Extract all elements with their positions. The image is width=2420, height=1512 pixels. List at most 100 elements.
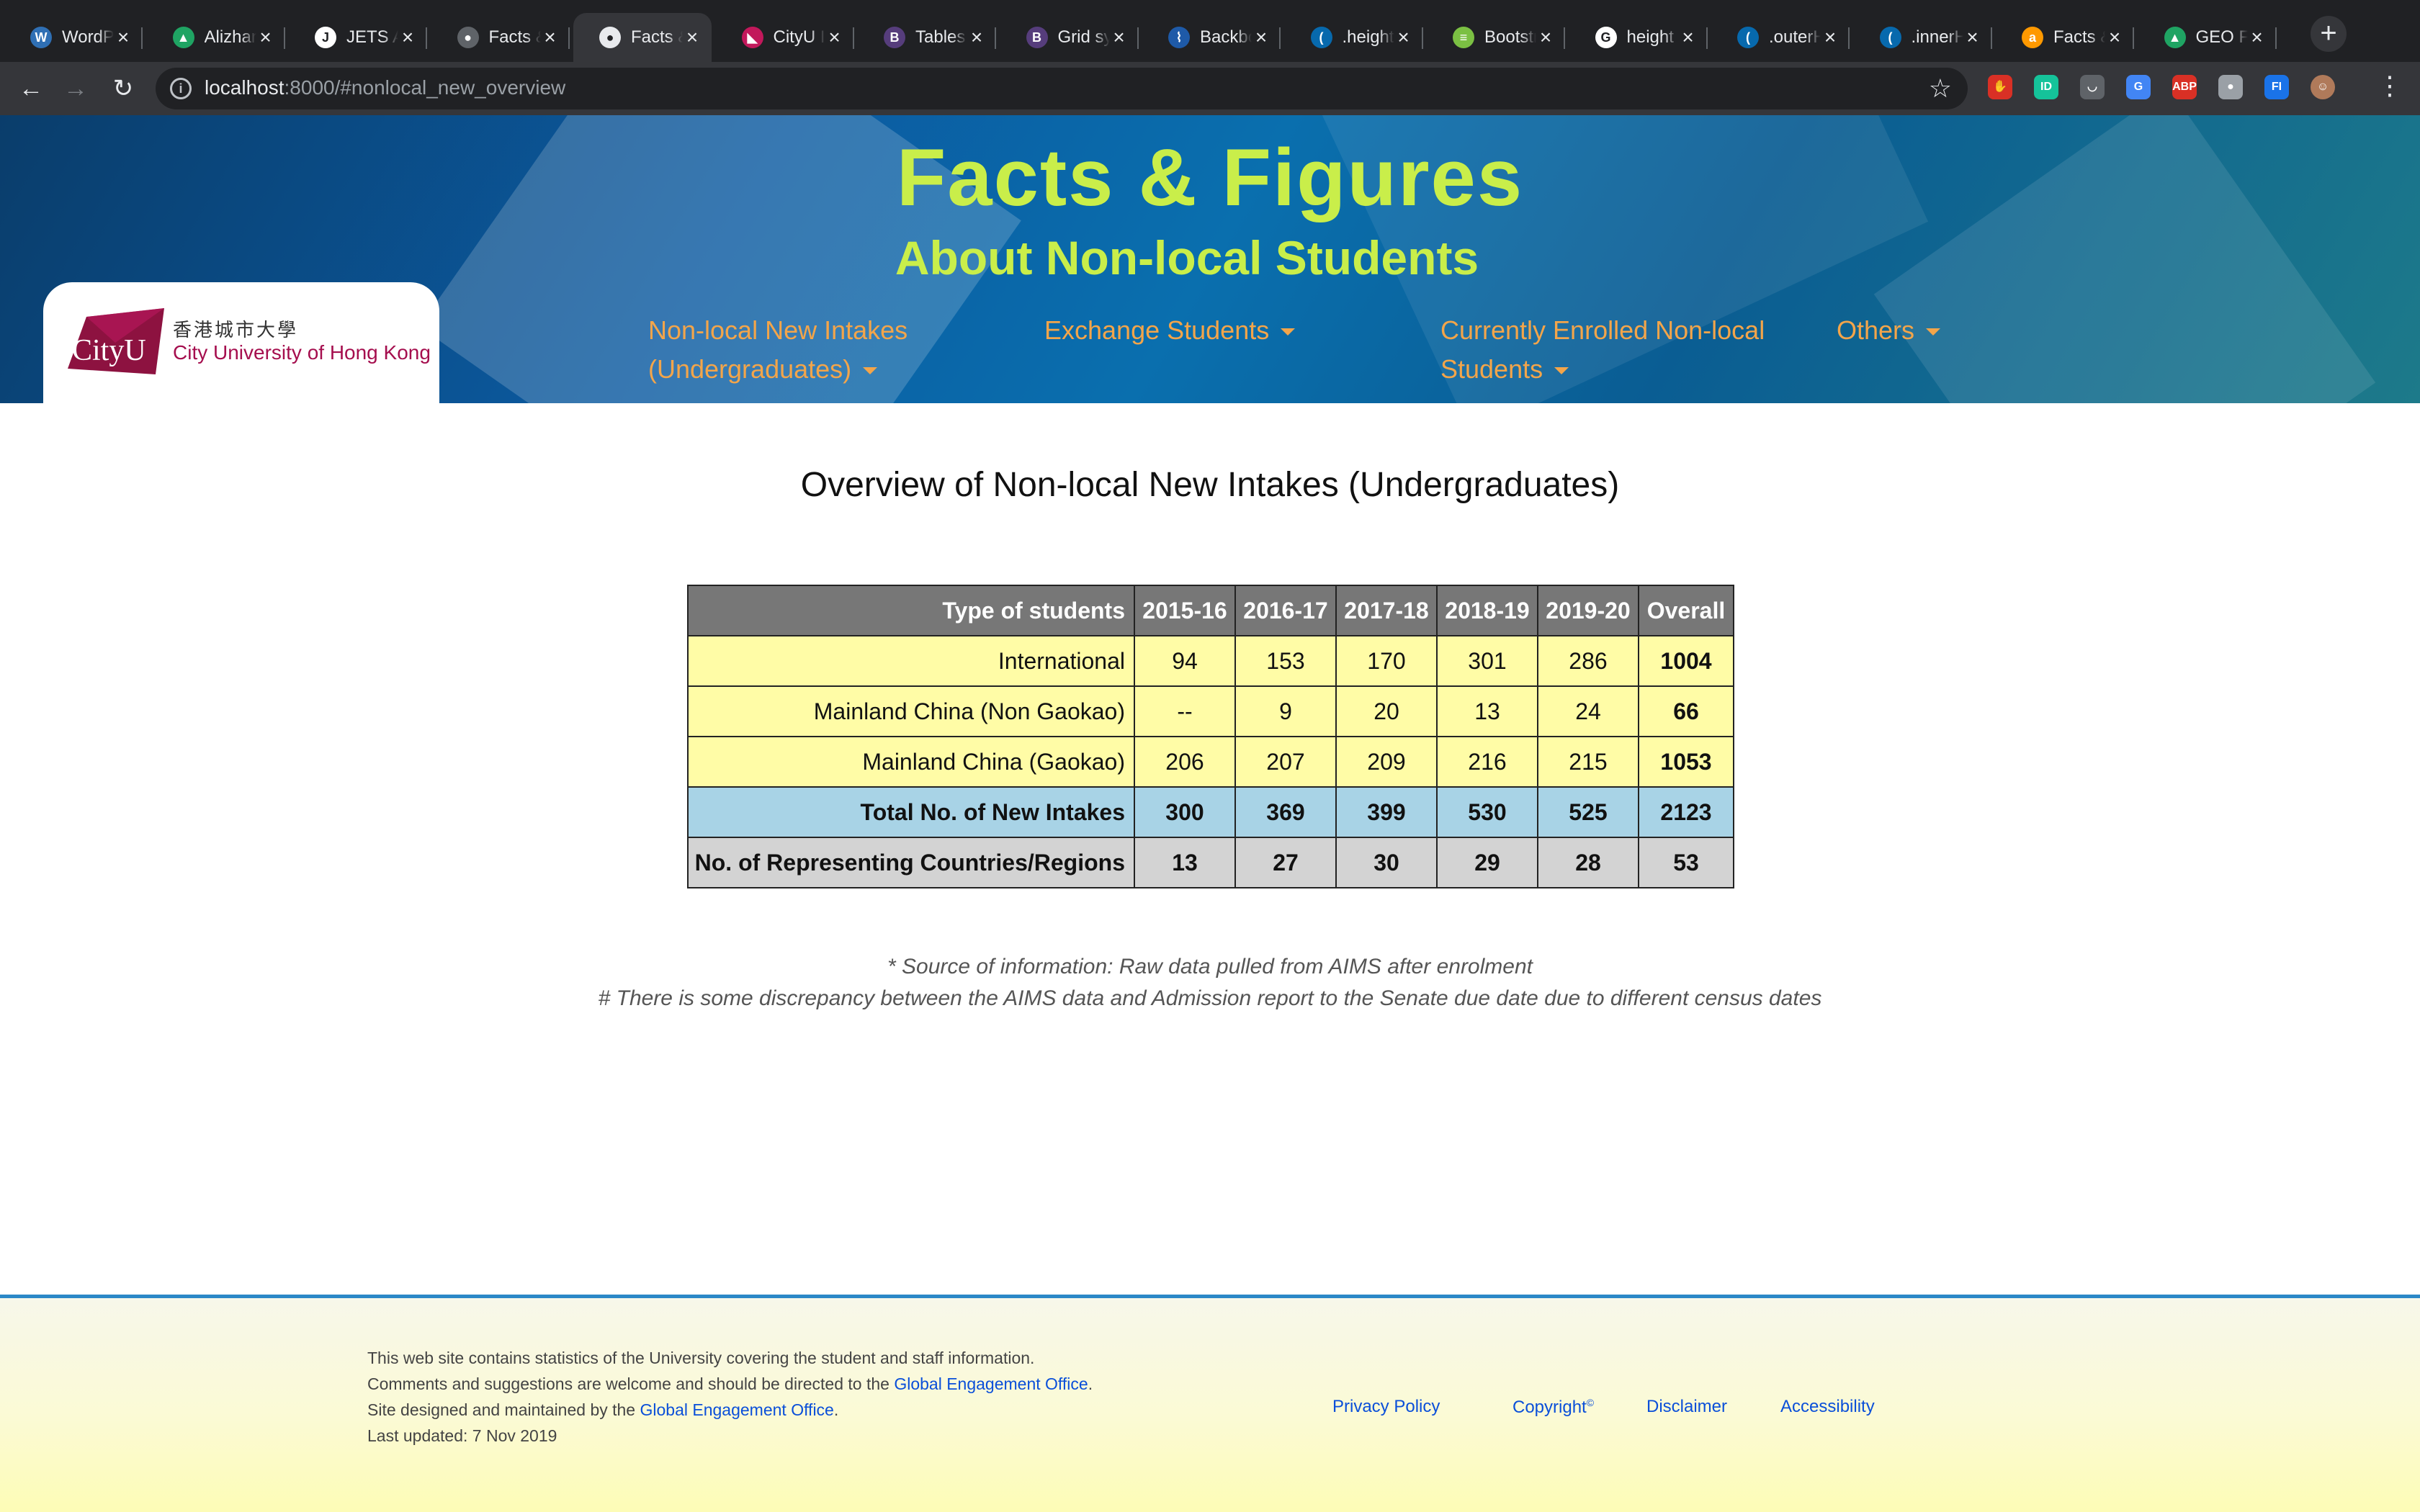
table-cell: 300 — [1134, 786, 1236, 838]
tab-close-icon[interactable]: × — [256, 27, 275, 48]
forward-button[interactable]: → — [59, 72, 92, 105]
fi-extension-icon[interactable]: FI — [2264, 75, 2289, 99]
row-label: Mainland China (Gaokao) — [687, 736, 1135, 788]
nav-label-line2: (Undergraduates) — [648, 354, 852, 384]
caret-down-icon — [1554, 367, 1569, 375]
site-info-icon[interactable]: i — [170, 78, 192, 99]
browser-tab[interactable]: J JETS A × — [289, 13, 427, 62]
accessibility-link[interactable]: Accessibility — [1780, 1397, 1875, 1417]
tab-close-icon[interactable]: × — [1963, 27, 1982, 48]
footer-period: . — [1088, 1374, 1093, 1393]
tab-close-icon[interactable]: × — [541, 27, 560, 48]
tab-close-icon[interactable]: × — [1821, 27, 1839, 48]
global-engagement-office-link-2[interactable]: Global Engagement Office — [640, 1400, 834, 1419]
cityu-logo[interactable]: CityU 香港城市大學 City University of Hong Kon… — [43, 282, 439, 403]
browser-tab[interactable]: (.height × — [1285, 13, 1423, 62]
table-cell: 525 — [1537, 786, 1639, 838]
google-drive-icon: ▲ — [2164, 27, 2186, 48]
site-subtitle: About Non-local Students — [895, 231, 1479, 284]
row-label: No. of Representing Countries/Regions — [687, 837, 1135, 888]
tab-close-icon[interactable]: × — [825, 27, 844, 48]
reload-button[interactable]: ↻ — [107, 72, 140, 105]
tab-close-icon[interactable]: × — [1536, 27, 1555, 48]
copyright-link[interactable]: Copyright© — [1512, 1397, 1594, 1418]
nav-label-line1: Non-local New Intakes — [648, 315, 908, 345]
nav-exchange-students[interactable]: Exchange Students — [1044, 311, 1296, 350]
tab-separator — [141, 27, 143, 49]
browser-tab[interactable]: ● Facts &× — [431, 13, 570, 62]
browser-tab[interactable]: ● Facts &× — [573, 13, 712, 62]
tab-title: CityU I — [773, 27, 825, 47]
tab-close-icon[interactable]: × — [2105, 27, 2124, 48]
bootstrap-build-icon: ≡ — [1453, 27, 1474, 48]
profile-avatar-icon[interactable]: ☺ — [2311, 75, 2335, 99]
nav-label-line1: Others — [1837, 315, 1915, 345]
tab-separator — [2133, 27, 2134, 49]
browser-tab[interactable]: ▲ GEO F × — [2138, 13, 2277, 62]
table-body: International 94 153 170 301 286 1004 Mainland … — [687, 635, 1734, 888]
privacy-policy-link[interactable]: Privacy Policy — [1332, 1397, 1440, 1417]
browser-tab[interactable]: Gheight × — [1569, 13, 1708, 62]
table-row: Mainland China (Non Gaokao) -- 9 20 13 24 66 — [687, 685, 1734, 737]
row-label: Total No. of New Intakes — [687, 786, 1135, 838]
browser-tab[interactable]: ◣ CityU I × — [716, 13, 854, 62]
caret-down-icon — [1281, 328, 1296, 336]
tab-separator — [852, 27, 854, 49]
tab-title: Grid sy — [1057, 27, 1110, 47]
url-text[interactable]: localhost:8000/#nonlocal_new_overview — [205, 76, 565, 99]
browser-tab[interactable]: a Facts &× — [1996, 13, 2134, 62]
bookmark-star-icon[interactable]: ☆ — [1929, 73, 1952, 104]
table-cell: 30 — [1335, 837, 1438, 888]
tab-title: Backbo — [1200, 27, 1252, 47]
overall-cell: 1053 — [1638, 736, 1734, 788]
tab-close-icon[interactable]: × — [1110, 27, 1129, 48]
tab-close-icon[interactable]: × — [1679, 27, 1698, 48]
column-header: Overall — [1638, 585, 1734, 636]
browser-tab[interactable]: B Grid sy × — [1000, 13, 1139, 62]
tab-close-icon[interactable]: × — [967, 27, 986, 48]
table-cell: 286 — [1537, 635, 1639, 687]
tab-close-icon[interactable]: × — [114, 27, 133, 48]
tab-separator — [1564, 27, 1565, 49]
adblock-extension-icon[interactable]: ABP — [2172, 75, 2197, 99]
browser-tab[interactable]: B Tables × — [858, 13, 996, 62]
address-bar[interactable]: i localhost:8000/#nonlocal_new_overview … — [156, 68, 1968, 109]
circle-extension-icon[interactable]: ● — [2218, 75, 2243, 99]
footer-comments: Comments and suggestions are welcome and… — [367, 1374, 1093, 1394]
tab-title: WordPress — [62, 27, 115, 47]
new-tab-button[interactable]: + — [2311, 16, 2347, 52]
global-engagement-office-link[interactable]: Global Engagement Office — [894, 1374, 1088, 1393]
tab-close-icon[interactable]: × — [398, 27, 417, 48]
tab-close-icon[interactable]: × — [1394, 27, 1413, 48]
pocket-extension-icon[interactable]: ◡ — [2080, 75, 2105, 99]
site-banner: Facts & Figures About Non-local Students… — [0, 115, 2420, 403]
browser-tab[interactable]: ▲ Alizhan × — [147, 13, 285, 62]
jquery-icon: ( — [1737, 27, 1759, 48]
nav-nonlocal-new-intakes[interactable]: Non-local New Intakes (Undergraduates) — [648, 311, 908, 389]
tab-title: Alizhan — [204, 27, 256, 47]
tab-close-icon[interactable]: × — [1252, 27, 1270, 48]
table-cell: 399 — [1335, 786, 1438, 838]
nav-currently-enrolled[interactable]: Currently Enrolled Non-local Students — [1440, 311, 1765, 389]
disclaimer-link[interactable]: Disclaimer — [1646, 1397, 1727, 1417]
shield-extension-icon[interactable]: ✋ — [1988, 75, 2012, 99]
nav-label-line2: Students — [1440, 354, 1543, 384]
translate-extension-icon[interactable]: G — [2126, 75, 2151, 99]
browser-tab[interactable]: (.innerH × — [1854, 13, 1992, 62]
table-cell: 206 — [1134, 736, 1236, 788]
tab-close-icon[interactable]: × — [2248, 27, 2267, 48]
browser-tab[interactable]: ⌇ Backbo × — [1142, 13, 1281, 62]
browser-tab[interactable]: W WordPress× — [4, 13, 143, 62]
browser-tab[interactable]: ≡ Bootstr × — [1427, 13, 1565, 62]
nav-others[interactable]: Others — [1837, 311, 1941, 350]
back-button[interactable]: ← — [14, 72, 48, 105]
grammarly-extension-icon[interactable]: ID — [2034, 75, 2058, 99]
browser-menu-icon[interactable]: ⋮ — [2377, 71, 2403, 101]
jets-icon: J — [315, 27, 336, 48]
overall-cell: 66 — [1638, 685, 1734, 737]
google-icon: G — [1595, 27, 1617, 48]
tab-close-icon[interactable]: × — [683, 27, 702, 48]
browser-tab[interactable]: (.outerH × — [1711, 13, 1850, 62]
tab-separator — [1848, 27, 1850, 49]
tab-title: Tables — [915, 27, 966, 47]
